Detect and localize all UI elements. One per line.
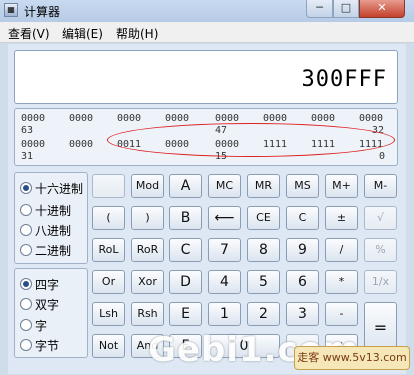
bit-group[interactable]: 0000 bbox=[69, 139, 93, 150]
highlight-ellipse bbox=[107, 123, 395, 157]
bit-group[interactable]: 0000 bbox=[21, 139, 45, 150]
radio-icon bbox=[20, 298, 32, 310]
radio-checked-icon bbox=[20, 182, 32, 194]
backspace-button[interactable]: ⟵ bbox=[208, 206, 241, 230]
radio-hex[interactable]: 十六进制 bbox=[20, 180, 83, 196]
negate-button[interactable]: ± bbox=[325, 206, 358, 230]
or-button[interactable]: Or bbox=[92, 270, 125, 294]
reciprocal-button[interactable]: 1/x bbox=[364, 270, 397, 294]
radio-byte[interactable]: 字节 bbox=[20, 337, 59, 353]
watermark-badge: 走客 www.5v13.com bbox=[294, 346, 410, 370]
divide-button[interactable]: / bbox=[325, 238, 358, 262]
radio-dec[interactable]: 十进制 bbox=[20, 202, 71, 218]
bit-group[interactable]: 0000 bbox=[117, 113, 141, 124]
not-button[interactable]: Not bbox=[92, 334, 125, 358]
right-paren-button[interactable]: ) bbox=[131, 206, 164, 230]
digit-3-button[interactable]: 3 bbox=[286, 302, 319, 326]
clear-button[interactable]: C bbox=[286, 206, 319, 230]
hex-e-button[interactable]: E bbox=[169, 302, 202, 326]
ms-button[interactable]: MS bbox=[286, 174, 319, 198]
digit-2-button[interactable]: 2 bbox=[247, 302, 280, 326]
bit-position-label: 31 bbox=[21, 151, 34, 162]
title-bar: ▦ 计算器 ─ □ ✕ bbox=[0, 0, 414, 22]
digit-4-button[interactable]: 4 bbox=[208, 270, 241, 294]
digit-7-button[interactable]: 7 bbox=[208, 238, 241, 262]
subtract-button[interactable]: - bbox=[325, 302, 358, 326]
clear-entry-button[interactable]: CE bbox=[247, 206, 280, 230]
mr-button[interactable]: MR bbox=[247, 174, 280, 198]
bit-group[interactable]: 0000 bbox=[165, 113, 189, 124]
percent-button[interactable]: % bbox=[364, 238, 397, 262]
maximize-button[interactable]: □ bbox=[333, 0, 359, 18]
window-title: 计算器 bbox=[24, 5, 61, 19]
display: 300FFF bbox=[14, 50, 398, 104]
radio-bin[interactable]: 二进制 bbox=[20, 242, 71, 258]
left-paren-button[interactable]: ( bbox=[92, 206, 125, 230]
digit-1-button[interactable]: 1 bbox=[208, 302, 241, 326]
rotate-right-button[interactable]: RoR bbox=[131, 238, 164, 262]
mod-button[interactable]: Mod bbox=[131, 174, 164, 198]
left-shift-button[interactable]: Lsh bbox=[92, 302, 125, 326]
rotate-left-button[interactable]: RoL bbox=[92, 238, 125, 262]
bit-position-label: 63 bbox=[21, 125, 34, 136]
hex-d-button[interactable]: D bbox=[169, 270, 202, 294]
hex-c-button[interactable]: C bbox=[169, 238, 202, 262]
hex-b-button[interactable]: B bbox=[169, 206, 202, 230]
radix-group: 十六进制 十进制 八进制 二进制 bbox=[14, 172, 88, 264]
quot-button[interactable] bbox=[92, 174, 125, 198]
sqrt-button[interactable]: √ bbox=[364, 206, 397, 230]
hex-a-button[interactable]: A bbox=[169, 174, 202, 198]
bit-group[interactable]: 0000 bbox=[69, 113, 93, 124]
bit-position-label: 0 bbox=[379, 151, 386, 162]
display-value: 300FFF bbox=[301, 67, 387, 92]
word-size-group: 四字 双字 字 字节 bbox=[14, 268, 88, 358]
menu-view[interactable]: 查看(V) bbox=[8, 25, 50, 42]
menu-help[interactable]: 帮助(H) bbox=[116, 25, 158, 42]
minimize-button[interactable]: ─ bbox=[306, 0, 333, 18]
radio-icon bbox=[20, 319, 32, 331]
bit-group[interactable]: 0000 bbox=[311, 113, 335, 124]
radio-qword[interactable]: 四字 bbox=[20, 276, 59, 292]
radio-icon bbox=[20, 224, 32, 236]
radio-checked-icon bbox=[20, 278, 32, 290]
digit-6-button[interactable]: 6 bbox=[286, 270, 319, 294]
calculator-app-icon: ▦ bbox=[4, 3, 18, 17]
radio-word[interactable]: 字 bbox=[20, 317, 47, 333]
close-button[interactable]: ✕ bbox=[359, 0, 405, 18]
xor-button[interactable]: Xor bbox=[131, 270, 164, 294]
bit-group[interactable]: 0000 bbox=[359, 113, 383, 124]
mc-button[interactable]: MC bbox=[208, 174, 241, 198]
radio-icon bbox=[20, 204, 32, 216]
digit-5-button[interactable]: 5 bbox=[247, 270, 280, 294]
bit-group[interactable]: 0000 bbox=[21, 113, 45, 124]
menu-edit[interactable]: 编辑(E) bbox=[62, 25, 103, 42]
digit-8-button[interactable]: 8 bbox=[247, 238, 280, 262]
radio-oct[interactable]: 八进制 bbox=[20, 222, 71, 238]
radio-icon bbox=[20, 339, 32, 351]
right-shift-button[interactable]: Rsh bbox=[131, 302, 164, 326]
m-plus-button[interactable]: M+ bbox=[325, 174, 358, 198]
radio-icon bbox=[20, 244, 32, 256]
m-minus-button[interactable]: M- bbox=[364, 174, 397, 198]
radio-dword[interactable]: 双字 bbox=[20, 296, 59, 312]
menu-bar: 查看(V) 编辑(E) 帮助(H) bbox=[0, 22, 414, 43]
multiply-button[interactable]: * bbox=[325, 270, 358, 294]
digit-9-button[interactable]: 9 bbox=[286, 238, 319, 262]
